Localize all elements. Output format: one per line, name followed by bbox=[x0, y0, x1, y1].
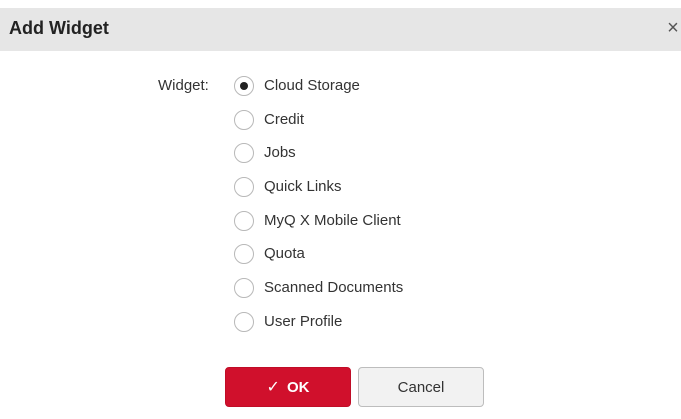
radio-option-label: Credit bbox=[264, 110, 305, 128]
radio-option-label: Jobs bbox=[264, 144, 296, 162]
radio-option-label: MyQ X Mobile Client bbox=[264, 211, 401, 229]
radio-button[interactable] bbox=[234, 143, 254, 164]
radio-option-quota[interactable]: Quota bbox=[234, 244, 403, 278]
radio-option-label: User Profile bbox=[264, 312, 343, 330]
radio-button[interactable] bbox=[234, 76, 254, 96]
radio-option-label: Quick Links bbox=[264, 178, 342, 196]
cancel-button[interactable]: Cancel bbox=[358, 367, 484, 407]
radio-button[interactable] bbox=[234, 278, 254, 299]
radio-button[interactable] bbox=[234, 177, 254, 198]
radio-option-label: Scanned Documents bbox=[264, 279, 404, 297]
radio-button[interactable] bbox=[234, 210, 254, 231]
radio-option-label: Cloud Storage bbox=[264, 77, 360, 94]
widget-field-label: Widget: bbox=[158, 77, 209, 94]
cancel-button-label: Cancel bbox=[397, 378, 445, 396]
dialog-title: Add Widget bbox=[9, 18, 109, 38]
radio-option-quick-links[interactable]: Quick Links bbox=[234, 177, 403, 211]
checkmark-icon: ✓ bbox=[266, 379, 280, 396]
radio-option-user-profile[interactable]: User Profile bbox=[234, 311, 403, 346]
radio-button[interactable] bbox=[234, 311, 254, 332]
ok-button-label: OK bbox=[286, 378, 310, 396]
radio-option-credit[interactable]: Credit bbox=[234, 109, 403, 144]
widget-radio-group: Cloud Storage Credit Jobs Quick Links My… bbox=[234, 76, 403, 346]
radio-option-label: Quota bbox=[264, 245, 305, 263]
close-icon[interactable]: × bbox=[665, 17, 681, 39]
ok-button[interactable]: ✓ OK bbox=[225, 367, 351, 407]
radio-option-scanned-documents[interactable]: Scanned Documents bbox=[234, 278, 403, 312]
add-widget-dialog: Add Widget × Widget: Cloud Storage Credi… bbox=[0, 0, 681, 419]
radio-option-mobile-client[interactable]: MyQ X Mobile Client bbox=[234, 210, 403, 245]
radio-button[interactable] bbox=[234, 244, 254, 265]
radio-option-cloud-storage[interactable]: Cloud Storage bbox=[234, 76, 403, 110]
dialog-titlebar: Add Widget × bbox=[0, 8, 681, 51]
radio-option-jobs[interactable]: Jobs bbox=[234, 143, 403, 177]
radio-button[interactable] bbox=[234, 109, 254, 130]
